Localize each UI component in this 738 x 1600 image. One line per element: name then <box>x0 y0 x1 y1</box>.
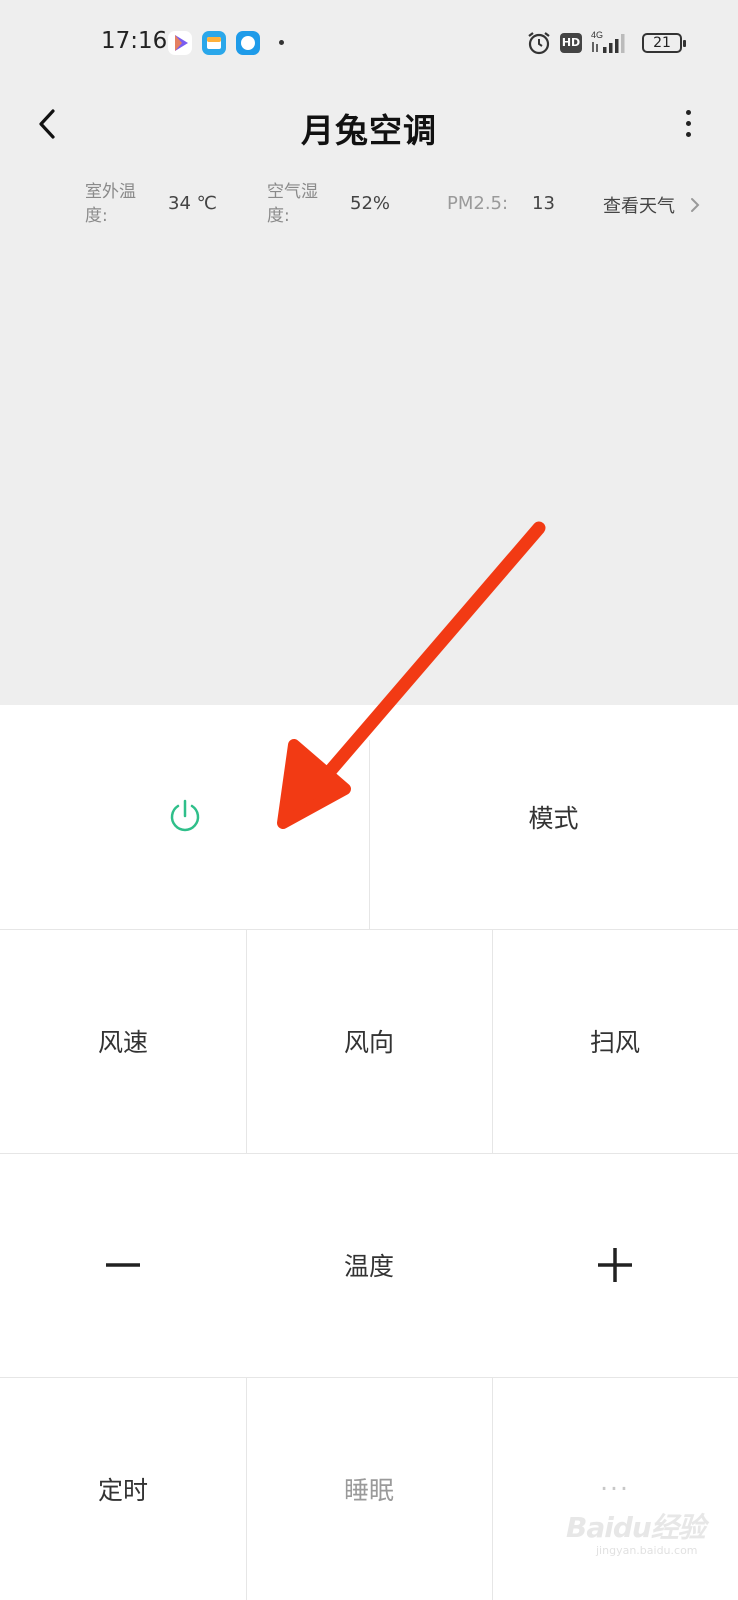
minus-icon <box>106 1263 140 1267</box>
outdoor-temp-label: 室外温度: <box>85 182 136 226</box>
more-functions-label: ··· <box>600 1474 630 1503</box>
timer-label: 定时 <box>97 1475 148 1505</box>
chevron-right-icon <box>688 196 702 218</box>
plus-icon <box>598 1248 632 1282</box>
watermark-logo: Baidu经验 <box>566 1511 706 1544</box>
status-time: 17:16 <box>101 28 168 54</box>
wind-direction-button[interactable]: 风向 <box>246 929 492 1153</box>
swing-button[interactable]: 扫风 <box>492 929 738 1153</box>
temperature-display: 温度 <box>246 1153 492 1377</box>
wind-direction-label: 风向 <box>343 1028 394 1057</box>
grid-divider <box>492 1377 493 1600</box>
temperature-increase-button[interactable] <box>492 1153 738 1377</box>
watermark-url: jingyan.baidu.com <box>596 1544 698 1557</box>
battery-icon: 21 <box>642 33 686 53</box>
more-functions-button[interactable]: ··· <box>492 1377 738 1600</box>
page-title: 月兔空调 <box>301 111 437 150</box>
baidu-watermark: Baidu经验 jingyan.baidu.com <box>566 1500 726 1560</box>
grid-divider <box>0 1153 738 1154</box>
more-options-button[interactable] <box>672 106 706 142</box>
notification-dot <box>279 40 284 45</box>
network-type: 4G <box>591 30 603 40</box>
view-weather-link[interactable]: 查看天气 <box>603 192 675 218</box>
power-icon <box>170 799 199 832</box>
more-dots-icon <box>686 110 691 115</box>
hd-voice-icon: HD <box>560 33 582 53</box>
swing-label: 扫风 <box>589 1028 640 1057</box>
mode-button[interactable]: 模式 <box>369 705 738 929</box>
video-app-icon <box>168 31 192 55</box>
grid-divider <box>0 1377 738 1378</box>
mode-label: 模式 <box>528 804 579 833</box>
humidity-label: 空气湿度: <box>267 182 318 226</box>
signal-icon: 4G <box>589 28 633 58</box>
grid-divider <box>0 929 738 930</box>
sleep-label: 睡眠 <box>343 1475 394 1505</box>
grid-divider <box>492 929 493 1153</box>
grid-divider <box>246 929 247 1153</box>
sleep-button[interactable]: 睡眠 <box>246 1377 492 1600</box>
pm25-value: 13 <box>532 193 555 214</box>
outdoor-temp-value: 34 ℃ <box>168 193 217 214</box>
grid-divider <box>246 1377 247 1600</box>
power-button[interactable] <box>0 705 369 929</box>
temperature-decrease-button[interactable] <box>0 1153 246 1377</box>
status-bar: 17:16 HD 4G 21 <box>0 0 738 88</box>
wind-speed-label: 风速 <box>97 1028 148 1057</box>
alarm-icon <box>526 30 552 60</box>
grid-divider <box>369 740 370 929</box>
browser-app-icon <box>202 31 226 55</box>
chat-app-icon <box>236 31 260 55</box>
humidity-value: 52% <box>350 193 391 214</box>
pm25-label: PM2.5: <box>447 193 509 214</box>
wind-speed-button[interactable]: 风速 <box>0 929 246 1153</box>
temperature-label: 温度 <box>343 1252 394 1281</box>
timer-button[interactable]: 定时 <box>0 1377 246 1600</box>
